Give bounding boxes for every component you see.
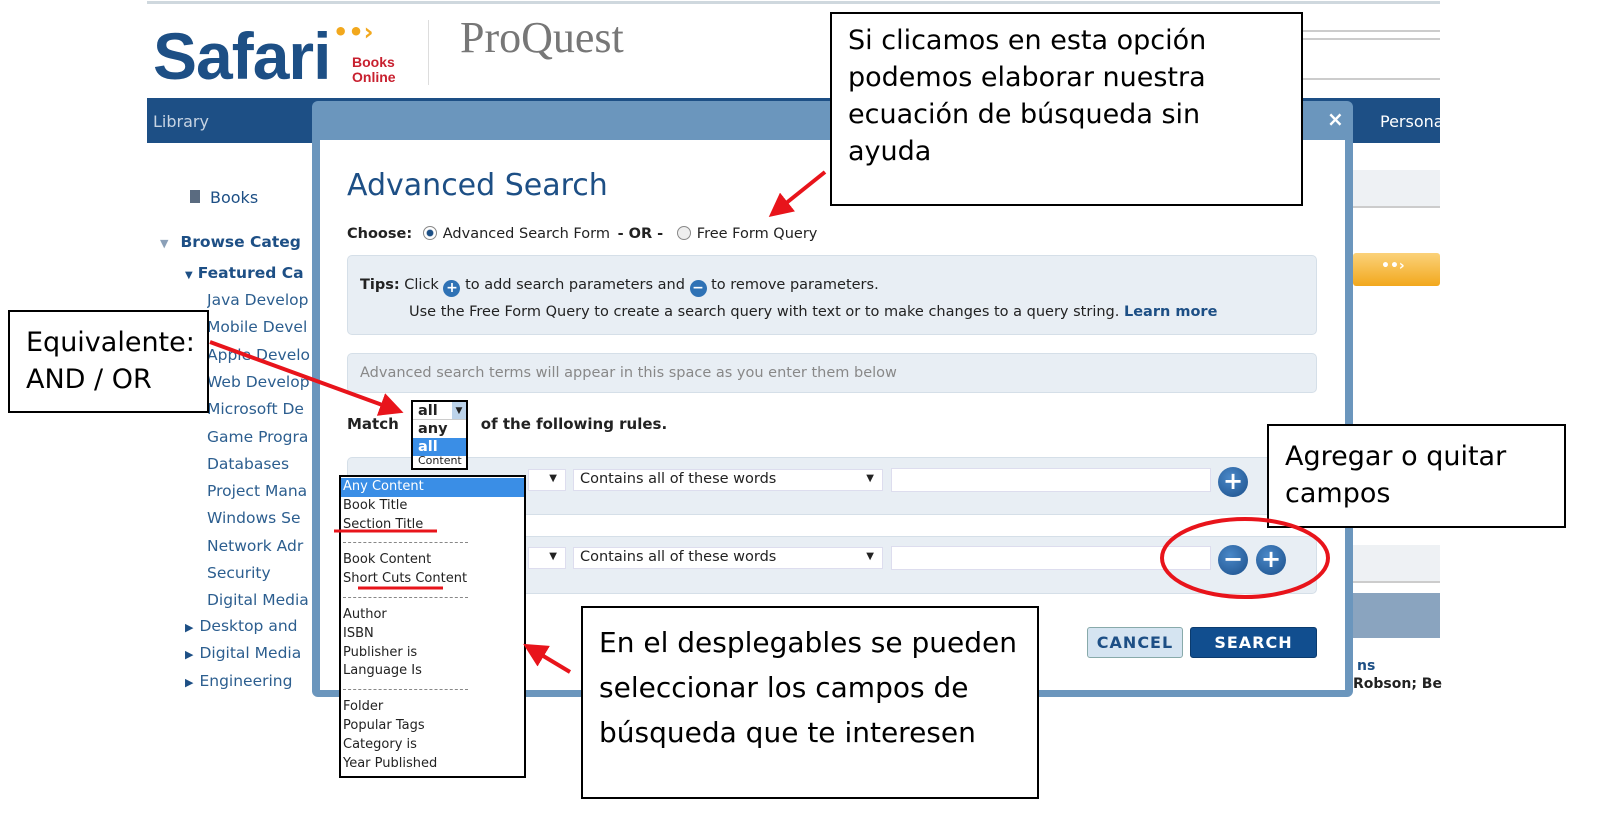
sidebar-category-item[interactable]: Databases — [207, 455, 312, 473]
field-option[interactable]: Popular Tags — [341, 717, 524, 736]
triangle-down-icon: ▼ — [185, 270, 193, 281]
field-option[interactable]: Category is — [341, 736, 524, 755]
triangle-down-icon: ▼ — [160, 237, 169, 250]
field-dropdown-list[interactable]: Any Content Book Title Section Title Book C… — [339, 475, 526, 778]
list-separator — [343, 596, 468, 598]
chevron-down-icon: ▼ — [452, 402, 466, 419]
add-rule-plus-icon[interactable]: + — [1218, 467, 1248, 497]
field-option[interactable]: Book Title — [341, 497, 524, 516]
tips-box: Tips: Click + to add search parameters a… — [347, 255, 1317, 335]
field-option[interactable]: Language Is — [341, 662, 524, 681]
match-option-any[interactable]: any — [413, 420, 466, 438]
sidebar-category-item[interactable]: Windows Se — [207, 509, 312, 527]
result-author-fragment: Robson; Be — [1353, 676, 1442, 692]
header-search-field[interactable] — [1300, 30, 1440, 40]
search-term-input[interactable] — [891, 468, 1211, 492]
sidebar-collapsed-category[interactable]: ▶ Desktop and — [185, 617, 312, 635]
top-border — [147, 1, 1440, 4]
match-option-all[interactable]: all — [413, 438, 466, 456]
remove-rule-minus-icon[interactable]: − — [1218, 545, 1248, 575]
right-panel-bar — [1353, 170, 1440, 208]
match-select-open[interactable]: all ▼ any all Content — [411, 400, 468, 470]
sidebar-category-item[interactable]: Java Develop — [207, 291, 312, 309]
field-option[interactable]: Author — [341, 606, 524, 625]
field-option[interactable]: Section Title — [341, 516, 524, 535]
match-select-value[interactable]: all ▼ — [413, 402, 466, 420]
callout-dropdown: En el desplegables se pueden seleccionar… — [581, 606, 1039, 799]
field-select[interactable] — [528, 469, 566, 491]
cancel-button[interactable]: CANCEL — [1087, 627, 1183, 658]
sidebar-category-item[interactable]: Security — [207, 564, 312, 582]
field-option[interactable]: Short Cuts Content — [341, 570, 524, 589]
right-panel-bar-2 — [1353, 545, 1440, 583]
sidebar-collapsed-category[interactable]: ▶ Engineering — [185, 672, 312, 690]
sidebar-category-item[interactable]: Microsoft De — [207, 400, 312, 418]
sidebar-category-item[interactable]: Digital Media — [207, 591, 312, 609]
sidebar-featured[interactable]: ▼ Featured Ca — [185, 264, 312, 282]
logo-divider — [428, 20, 429, 85]
modal-title: Advanced Search — [347, 168, 608, 203]
radio-free-form[interactable] — [676, 226, 691, 240]
field-option[interactable]: Publisher is — [341, 644, 524, 663]
triangle-right-icon: ▶ — [185, 621, 194, 634]
sidebar-category-item[interactable]: Game Progra — [207, 428, 312, 446]
sidebar-collapsed-category[interactable]: ▶ Digital Media — [185, 644, 312, 662]
field-option[interactable]: ISBN — [341, 625, 524, 644]
safari-logo-sub: Books Online — [352, 54, 396, 85]
field-option[interactable]: Book Content — [341, 551, 524, 570]
field-option[interactable]: Folder — [341, 698, 524, 717]
nav-personal[interactable]: Persona — [1380, 112, 1444, 131]
sidebar-category-item[interactable]: Network Adr — [207, 537, 312, 555]
sidebar-category-item[interactable]: Project Mana — [207, 482, 312, 500]
close-icon[interactable]: × — [1327, 107, 1344, 131]
field-select[interactable] — [528, 547, 566, 569]
radio-advanced-form[interactable] — [422, 226, 437, 240]
triangle-right-icon: ▶ — [185, 648, 194, 662]
list-separator — [343, 689, 468, 691]
nav-library[interactable]: Library — [153, 112, 209, 131]
logo-dots-icon: ••› — [333, 18, 374, 46]
operator-select[interactable]: Contains all of these words — [573, 469, 883, 491]
header-divider — [1300, 78, 1440, 80]
proquest-logo: ProQuest — [460, 13, 624, 62]
list-separator — [343, 542, 468, 544]
sidebar-category-item[interactable]: Mobile Devel — [207, 318, 312, 336]
match-row: Match of the following rules. — [347, 415, 668, 433]
callout-free-form: Si clicamos en esta opción podemos elabo… — [830, 12, 1303, 206]
minus-icon: − — [689, 280, 707, 297]
sidebar-category-item[interactable]: Apple Develo — [207, 346, 312, 364]
sidebar-browse-categories[interactable]: ▼ Browse Categ — [160, 233, 312, 251]
triangle-right-icon: ▶ — [185, 675, 194, 689]
search-term-input[interactable] — [891, 546, 1211, 570]
search-button[interactable]: SEARCH — [1190, 627, 1317, 658]
result-title-fragment[interactable]: ns — [1357, 658, 1375, 674]
plus-icon: + — [443, 280, 461, 297]
callout-add-remove: Agregar o quitar campos — [1267, 424, 1566, 528]
field-option[interactable]: Any Content — [341, 478, 524, 497]
go-button[interactable]: ••› — [1353, 253, 1440, 286]
search-mode-chooser: Choose: Advanced Search Form - OR - Free… — [347, 226, 818, 242]
peek-text: Content — [418, 456, 462, 467]
operator-select[interactable]: Contains all of these words — [573, 547, 883, 569]
right-panel-header — [1353, 593, 1440, 638]
query-preview-box: Advanced search terms will appear in thi… — [347, 353, 1317, 393]
callout-and-or: Equivalente: AND / OR — [8, 310, 209, 413]
book-icon — [190, 190, 200, 203]
field-option[interactable]: Year Published — [341, 755, 524, 774]
sidebar-category-item[interactable]: Web Develop — [207, 373, 312, 391]
learn-more-link[interactable]: Learn more — [1124, 304, 1217, 320]
add-rule-plus-icon[interactable]: + — [1256, 545, 1286, 575]
sidebar-books[interactable]: Books — [190, 188, 258, 207]
safari-logo[interactable]: Safari — [153, 18, 331, 94]
